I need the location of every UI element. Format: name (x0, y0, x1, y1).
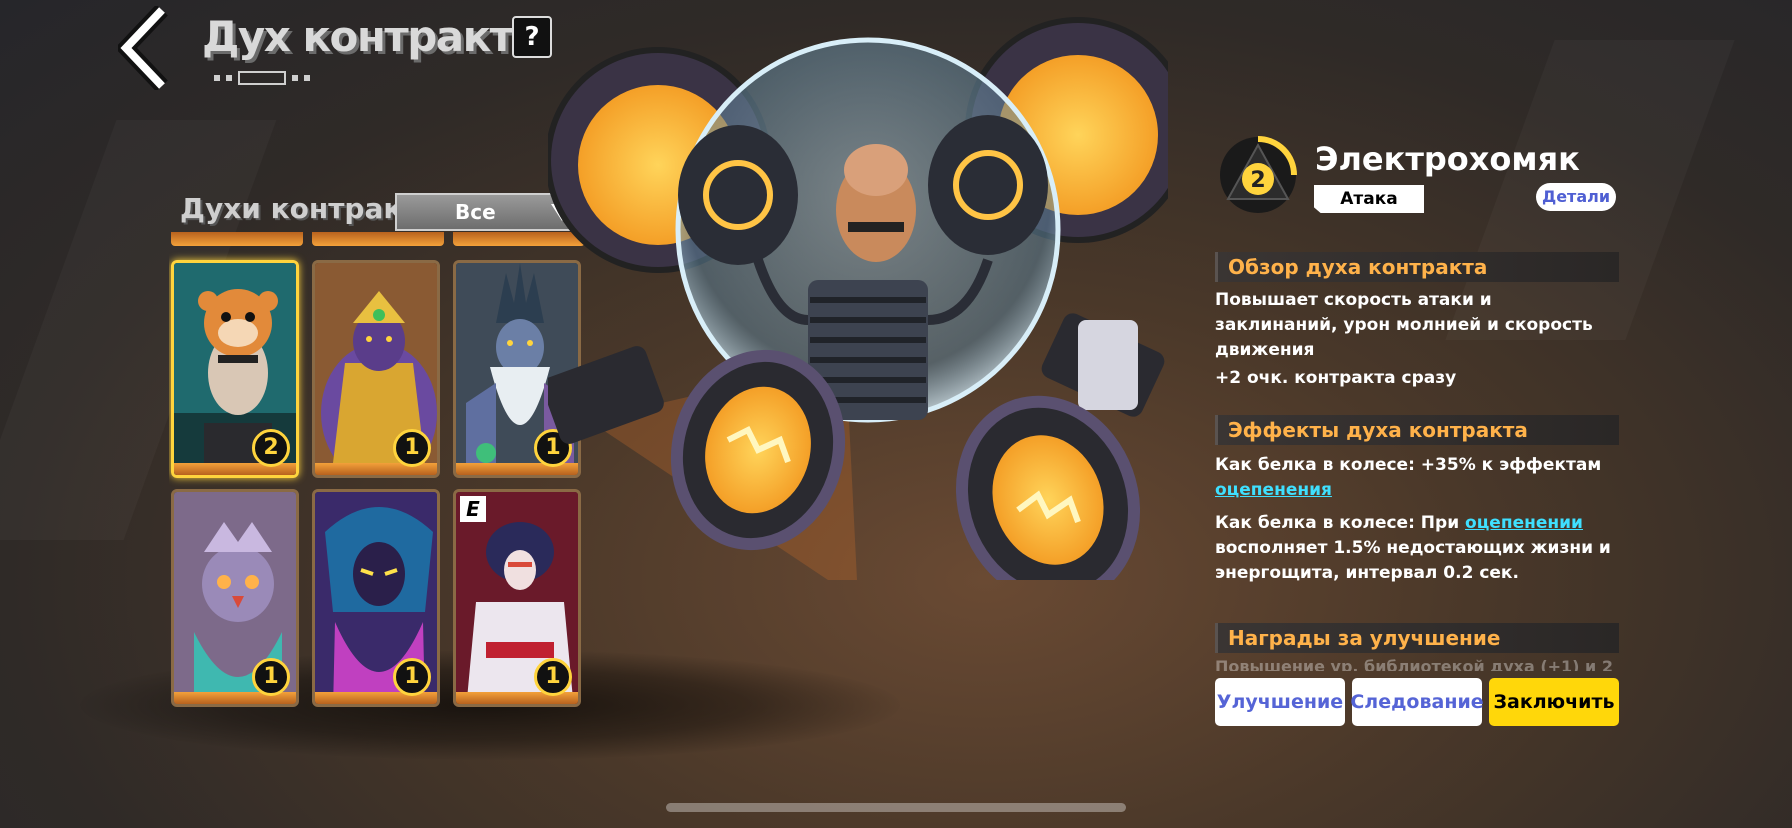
filter-value: Все (455, 200, 496, 224)
effects-section-title: Эффекты духа контракта (1215, 415, 1619, 445)
rank-emblem-icon: 2 (1220, 136, 1297, 213)
back-button[interactable] (114, 4, 182, 92)
level-badge: 1 (534, 658, 572, 696)
spirit-card-electro-hamster[interactable]: 2 (171, 260, 299, 478)
effect-2-suffix: восполняет 1.5% недостающих жизни и энер… (1215, 538, 1611, 583)
overview-section-title: Обзор духа контракта (1215, 252, 1619, 282)
spirit-grid[interactable]: 2 1 1 1 1 E 1 (169, 232, 585, 710)
effect-1-link[interactable]: оцепенения (1215, 480, 1332, 500)
spirit-card-golden-ape[interactable]: 1 (312, 260, 440, 478)
overview-text: Повышает скорость атаки и заклинаний, ур… (1215, 290, 1593, 360)
home-indicator[interactable] (666, 803, 1126, 812)
spirit-name: Электрохомяк (1315, 140, 1580, 178)
follow-button[interactable]: Следование (1350, 678, 1484, 726)
level-badge: 1 (252, 658, 290, 696)
rank-level: 2 (1250, 168, 1265, 193)
partial-card[interactable] (171, 232, 303, 246)
details-button[interactable]: Детали (1536, 183, 1616, 211)
spirit-card-owl-spirit[interactable]: 1 (171, 489, 299, 707)
effect-1: Как белка в колесе: +35% к эффектам оцеп… (1215, 453, 1615, 503)
effect-2: Как белка в колесе: При оцепенении воспо… (1215, 511, 1615, 586)
spirit-list-title: Духи контракт (180, 192, 419, 225)
partial-card[interactable] (312, 232, 444, 246)
overview-bonus: +2 очк. контракта сразу (1215, 368, 1457, 388)
level-badge: 2 (252, 429, 290, 467)
electro-hamster-model (548, 17, 1168, 580)
effect-2-text: Как белка в колесе: При (1215, 513, 1460, 533)
level-badge: 1 (393, 429, 431, 467)
title-decoration (214, 71, 310, 85)
effect-2-link[interactable]: оцепенении (1465, 513, 1583, 533)
back-arrow-icon (114, 4, 168, 92)
spirit-card-shadow-sorceress[interactable]: 1 (312, 489, 440, 707)
rewards-section-title: Награды за улучшение (1215, 623, 1619, 653)
upgrade-button[interactable]: Улучшение (1215, 678, 1345, 726)
contract-button[interactable]: Заключить (1489, 678, 1619, 726)
spirit-type-tag: Атака (1314, 185, 1424, 213)
level-badge: 1 (393, 658, 431, 696)
rewards-text-clipped: Повышение ур. библиотекой духа (+1) и 2 (1215, 657, 1613, 671)
effect-1-text: Как белка в колесе: +35% к эффектам (1215, 455, 1602, 475)
help-button[interactable]: ? (512, 16, 552, 58)
page-title: Дух контракта (202, 12, 541, 61)
rank-badge: E (460, 496, 486, 522)
